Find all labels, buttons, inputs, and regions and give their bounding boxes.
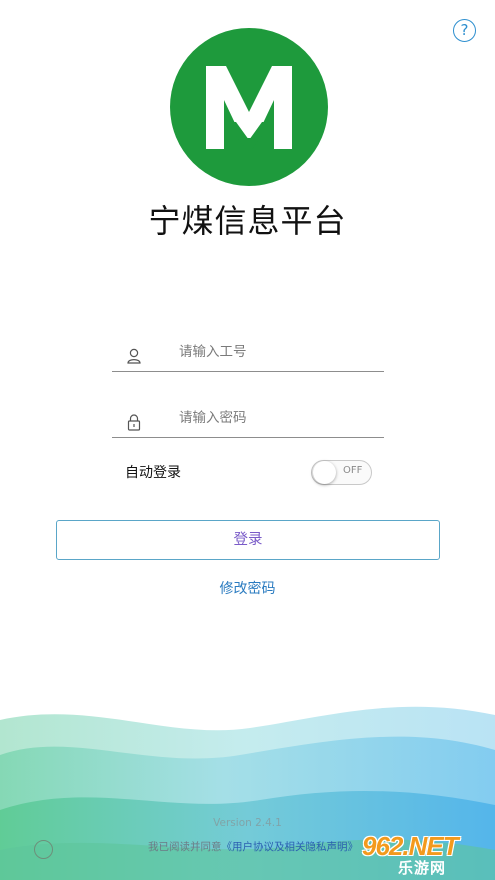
logo-circle <box>170 28 328 186</box>
toggle-state-text: OFF <box>343 465 363 476</box>
watermark-bottom-text: 乐游网 <box>398 859 447 877</box>
help-icon[interactable]: ? <box>453 19 476 42</box>
app-logo <box>170 28 328 186</box>
login-button[interactable]: 登录 <box>56 520 440 560</box>
agreement-checkbox[interactable] <box>34 840 53 859</box>
agreement-text: 我已阅读并同意《用户协议及相关隐私声明》 <box>148 839 358 854</box>
auto-login-toggle[interactable]: OFF <box>311 460 372 485</box>
toggle-knob <box>313 461 336 484</box>
user-icon <box>127 348 141 364</box>
change-password-link[interactable]: 修改密码 <box>0 578 495 598</box>
agreement-link[interactable]: 《用户协议及相关隐私声明》 <box>222 841 359 853</box>
agreement-prefix: 我已阅读并同意 <box>148 841 222 853</box>
password-field-row <box>112 400 384 438</box>
app-title: 宁煤信息平台 <box>148 202 347 240</box>
version-text: Version 2.4.1 <box>213 817 282 829</box>
employee-id-input[interactable] <box>179 339 379 365</box>
password-input[interactable] <box>179 405 379 431</box>
auto-login-label: 自动登录 <box>125 465 181 481</box>
employee-id-field-row <box>112 334 384 372</box>
site-watermark: 962.NET 乐游网 <box>354 831 490 877</box>
lock-icon <box>127 414 141 431</box>
